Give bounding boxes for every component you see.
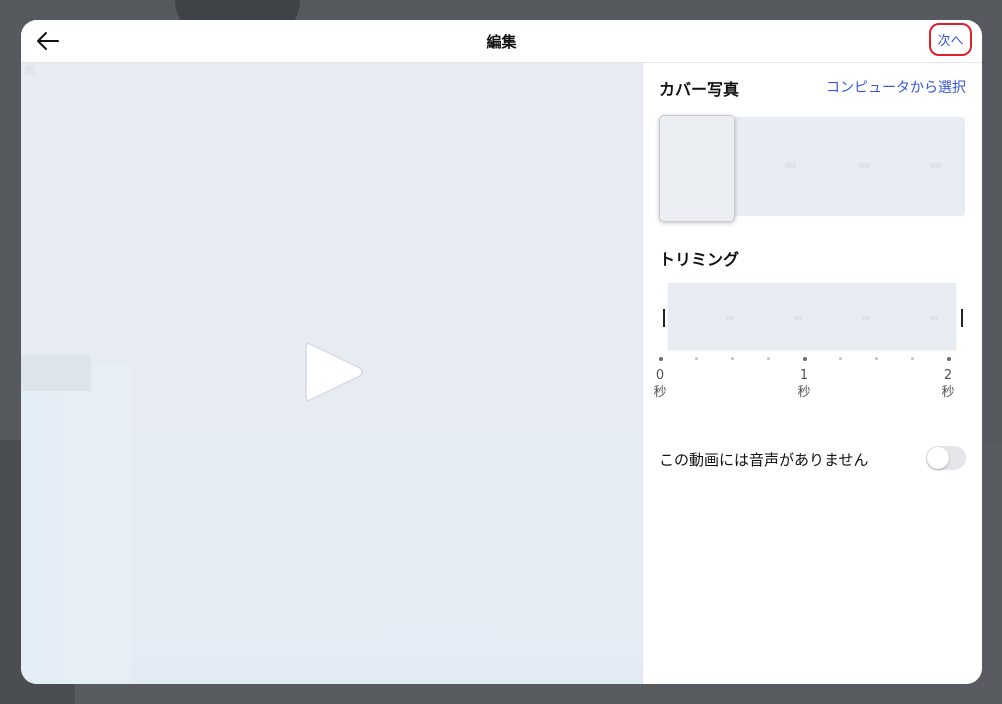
trim-timeline[interactable]	[660, 283, 966, 353]
ruler-dot	[875, 357, 878, 360]
preview-artifact	[25, 65, 35, 75]
time-value: 0	[655, 368, 665, 383]
ruler-dot	[767, 357, 770, 360]
frame-marker	[930, 316, 938, 320]
trim-title: トリミング	[659, 250, 740, 269]
time-label-2: 2 秒	[940, 367, 956, 401]
frame-marker	[862, 316, 870, 320]
video-preview[interactable]	[21, 63, 643, 684]
edit-panel: カバー写真 コンピュータから選択 トリミング 0 秒 1 秒 2 秒 この動画に…	[643, 63, 982, 684]
preview-band	[21, 355, 91, 391]
cover-title: カバー写真	[659, 80, 740, 99]
frame-marker	[726, 316, 734, 320]
preview-glow	[21, 363, 131, 684]
time-value: 1	[799, 368, 809, 383]
play-button[interactable]	[296, 336, 366, 408]
time-label-1: 1 秒	[796, 367, 812, 401]
ruler-dot	[911, 357, 914, 360]
dialog-header: 編集 次へ	[21, 20, 982, 63]
cover-selected-frame[interactable]	[659, 115, 735, 222]
trim-start-handle[interactable]	[663, 309, 665, 327]
dialog-title: 編集	[486, 33, 517, 51]
time-unit: 秒	[941, 385, 955, 400]
pick-from-computer-link[interactable]: コンピュータから選択	[826, 77, 966, 97]
audio-toggle[interactable]	[926, 446, 966, 470]
frame-marker	[930, 163, 941, 168]
edit-dialog: 編集 次へ カバー写真 コンピュータから選択 トリミング 0 秒 1 秒 2 秒…	[21, 20, 982, 684]
ruler-dot	[947, 356, 951, 361]
ruler-dot	[659, 356, 663, 361]
time-unit: 秒	[797, 385, 811, 400]
time-label-0: 0 秒	[652, 367, 668, 401]
frame-marker	[785, 163, 796, 168]
time-value: 2	[943, 368, 953, 383]
ruler-dot	[839, 357, 842, 360]
ruler-dot	[731, 357, 734, 360]
ruler-dot	[695, 357, 698, 360]
trim-end-handle[interactable]	[961, 309, 963, 327]
ruler-dot	[803, 356, 807, 361]
toggle-knob	[927, 447, 949, 469]
frame-marker	[794, 316, 802, 320]
time-unit: 秒	[653, 385, 667, 400]
no-audio-label: この動画には音声がありません	[659, 451, 869, 469]
trim-frame-strip[interactable]	[668, 283, 956, 349]
timeline-ruler	[659, 356, 965, 363]
frame-marker	[859, 163, 870, 168]
next-button[interactable]: 次へ	[929, 23, 972, 56]
play-icon	[305, 342, 363, 402]
